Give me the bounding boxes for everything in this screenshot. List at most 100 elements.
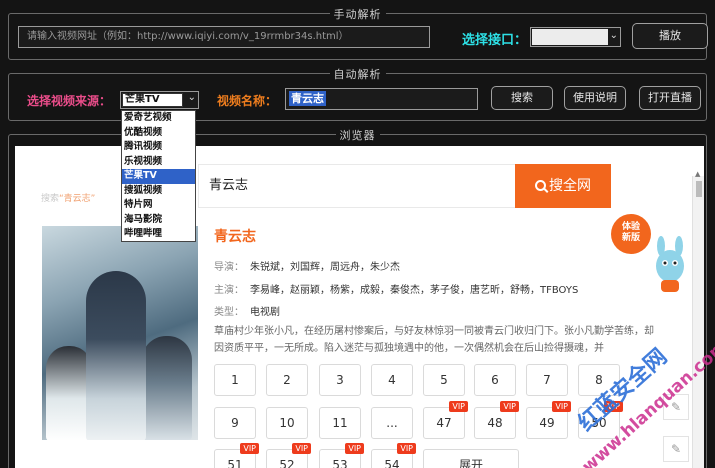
vip-badge: VIP [552,401,571,412]
episode-label: ... [386,416,398,430]
episode-button[interactable]: 9 [214,407,256,439]
episode-label: 11 [332,416,348,430]
hint-prefix: 搜索 [41,194,60,204]
episode-button[interactable]: 7 [526,364,568,396]
mascot-icon [656,236,684,292]
search-all-button[interactable]: 搜全网 [515,164,611,208]
episode-button[interactable]: 49 VIP [526,401,571,439]
new-version-badge[interactable]: 体验 新版 [611,214,651,254]
source-option[interactable]: 搜狐视频 [122,184,195,199]
episode-button[interactable]: 1 [214,364,256,396]
episode-label: 5 [440,373,448,387]
source-option[interactable]: 腾讯视频 [122,140,195,155]
chevron-down-icon: ⌄ [609,30,618,41]
scroll-up-icon[interactable]: ▲ [695,170,700,178]
web-search-input[interactable]: 青云志 [198,164,516,208]
edit-icon[interactable]: ✎ [663,436,689,462]
episode-label: 7 [543,373,551,387]
search-all-label: 搜全网 [549,178,591,194]
video-name-input[interactable]: 青云志 [285,88,478,110]
show-title[interactable]: 青云志 [214,226,256,246]
interface-label: 选择接口： [462,33,528,48]
vip-badge: VIP [345,443,364,454]
interface-select-value [532,29,608,45]
source-option[interactable]: 乐视视频 [122,155,195,170]
video-url-input[interactable]: 请输入视频网址（例如：http://www.iqiyi.com/v_19rrmb… [18,26,430,48]
source-option[interactable]: 优酷视频 [122,126,195,141]
episode-label: 4 [388,373,396,387]
episode-label: 9 [231,416,239,430]
episode-button[interactable]: 53 VIP [319,443,364,468]
show-poster[interactable] [42,226,198,440]
episode-button[interactable]: 6 [474,364,516,396]
browser-page[interactable]: 搜索“青云志” 青云志 搜全网 青云志 导演： 朱锐斌，刘国辉，周远舟，朱少杰 主… [15,146,704,468]
vip-badge: VIP [240,443,259,454]
episode-label: 3 [336,373,344,387]
source-option[interactable]: 特片网 [122,198,195,213]
source-select-value: 芒果TV [122,93,183,107]
episode-label: 48 [487,416,503,430]
source-option[interactable]: 芒果TV [122,169,195,184]
episode-button[interactable]: 54 VIP [371,443,416,468]
episode-button[interactable]: 11 [319,407,361,439]
episode-label: 50 [591,416,607,430]
open-live-button[interactable]: 打开直播 [639,86,701,110]
episode-button[interactable]: 50 VIP [578,401,623,439]
vip-badge: VIP [397,443,416,454]
episode-label: 51 [227,458,243,468]
episode-button[interactable]: 5 [423,364,465,396]
interface-select[interactable]: ⌄ [530,27,621,47]
episode-label: 53 [332,458,348,468]
episode-button[interactable]: 47 VIP [423,401,468,439]
episode-button[interactable]: 48 VIP [474,401,519,439]
feedback-icon[interactable]: ✎ [663,394,689,420]
show-description: 草庙村少年张小凡，在经历屠村惨案后，与好友林惊羽一同被青云门收归门下。张小凡勤学… [214,326,654,354]
help-button[interactable]: 使用说明 [564,86,626,110]
play-button[interactable]: 播放 [632,23,708,49]
episode-label: 52 [279,458,295,468]
episode-button[interactable]: ... [371,407,413,439]
episode-button[interactable]: 51 VIP [214,443,259,468]
chevron-down-icon: ⌄ [187,92,196,103]
scrollbar-thumb[interactable] [696,181,702,197]
episode-button[interactable]: 8 [578,364,620,396]
video-name-label: 视频名称： [217,94,278,108]
episode-label: 10 [279,416,295,430]
source-option[interactable]: 爱奇艺视频 [122,111,195,126]
vip-badge: VIP [292,443,311,454]
expand-episodes-button[interactable]: 展开 [423,449,519,468]
source-option[interactable]: 哔哩哔哩 [122,227,195,242]
episode-label: 6 [491,373,499,387]
browser-title: 浏览器 [335,127,380,143]
vip-badge: VIP [449,401,468,412]
episode-label: 8 [595,373,603,387]
show-cast: 主演： 李易峰，赵丽颖，杨紫，成毅，秦俊杰，茅子俊，唐艺昕，舒畅，TFBOYS [214,285,579,296]
video-name-value: 青云志 [289,91,326,106]
episode-button[interactable]: 52 VIP [266,443,311,468]
episode-button[interactable]: 3 [319,364,361,396]
vip-badge: VIP [500,401,519,412]
source-label: 选择视频来源： [27,94,112,108]
episode-label: 2 [283,373,291,387]
auto-parse-title: 自动解析 [329,66,386,82]
vip-badge: VIP [604,401,623,412]
search-button[interactable]: 搜索 [491,86,553,110]
episode-label: 54 [384,458,400,468]
hint-query: “青云志” [59,194,96,204]
episode-label: 1 [231,373,239,387]
source-select[interactable]: 芒果TV ⌄ [120,91,199,109]
episode-label: 展开 [458,458,483,468]
episode-label: 47 [436,416,452,430]
source-option[interactable]: 海马影院 [122,213,195,228]
episode-button[interactable]: 2 [266,364,308,396]
source-dropdown[interactable]: 爱奇艺视频 优酷视频 腾讯视频 乐视视频 芒果TV 搜狐视频 特片网 海马影院 哔哩哔哩 [121,110,196,242]
search-icon [535,180,546,191]
show-director: 导演： 朱锐斌，刘国辉，周远舟，朱少杰 [214,262,400,273]
episode-button[interactable]: 4 [371,364,413,396]
app-window: 手动解析 请输入视频网址（例如：http://www.iqiyi.com/v_1… [0,0,715,468]
manual-parse-title: 手动解析 [329,6,386,22]
search-hint: 搜索“青云志” [41,191,95,204]
show-type: 类型： 电视剧 [214,307,280,318]
episode-button[interactable]: 10 [266,407,308,439]
browser-scrollbar[interactable]: ▲ [692,170,704,468]
